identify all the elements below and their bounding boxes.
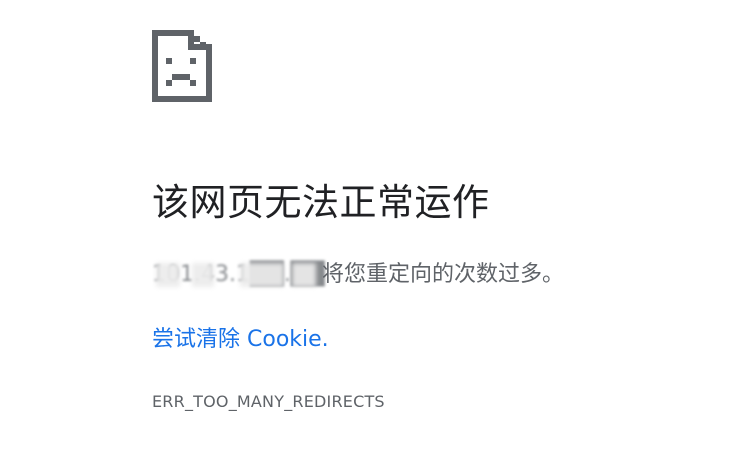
redaction-mask (192, 263, 214, 287)
redaction-mask (292, 263, 316, 287)
error-description: 101.43.1██.██ 将您重定向的次数过多。 (152, 260, 564, 290)
redaction-mask (240, 263, 284, 287)
error-title: 该网页无法正常运作 (152, 181, 490, 224)
sad-page-icon (152, 30, 212, 102)
clear-cookies-link[interactable]: 尝试清除 Cookie. (152, 325, 329, 355)
error-code: ERR_TOO_MANY_REDIRECTS (152, 392, 385, 411)
description-text: 将您重定向的次数过多。 (322, 262, 565, 287)
redacted-hostname: 101.43.1██.██ (152, 260, 325, 290)
redaction-mask (156, 263, 180, 287)
